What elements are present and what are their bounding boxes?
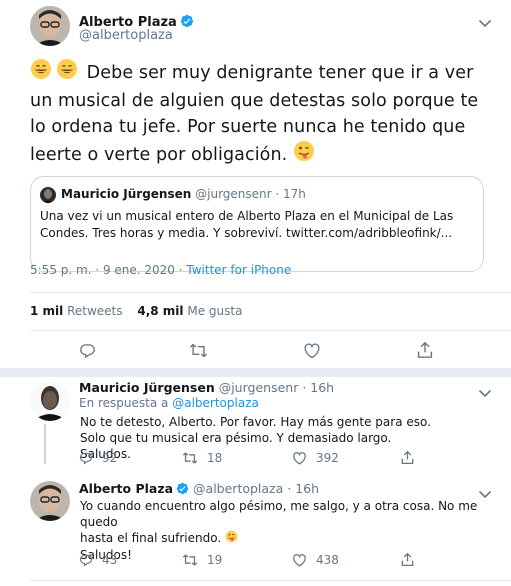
chevron-down-icon[interactable]: [478, 14, 492, 33]
share-icon: [401, 450, 414, 464]
retweet-icon: [182, 452, 198, 464]
reply2-text: Yo cuando encuentro algo pésimo, me salg…: [80, 498, 500, 563]
reply2-text-line2: hasta el final sufriendo.: [80, 531, 222, 545]
reply1-retweet-count: 18: [207, 451, 223, 465]
quoted-time: · 17h: [275, 187, 306, 201]
share-icon: [417, 341, 433, 358]
reply1-author-handle[interactable]: @jurgensenr: [219, 380, 299, 395]
reply-icon: [79, 554, 93, 567]
main-author-handle[interactable]: @albertoplaza: [79, 28, 173, 43]
reply2-text-line2-row: hasta el final sufriendo.: [80, 530, 500, 547]
reply1-reply-to-link[interactable]: @albertoplaza: [172, 396, 259, 410]
reply2-author-handle[interactable]: @albertoplaza: [193, 481, 283, 496]
reply1-time[interactable]: · 16h: [302, 380, 334, 395]
reply1-reply-button[interactable]: 92: [79, 451, 117, 465]
like-icon: [304, 343, 320, 359]
reply2-author-avatar[interactable]: [30, 481, 70, 521]
reply-icon: [80, 344, 95, 359]
quoted-author-avatar: [40, 187, 56, 203]
reply1-like-button[interactable]: 392: [292, 451, 339, 465]
grinning-emoji: [56, 58, 78, 88]
like-icon: [293, 554, 306, 567]
reply2-reply-count: 43: [102, 553, 118, 567]
reply1-text: No te detesto, Alberto. Por favor. Hay m…: [80, 415, 431, 461]
winking-tongue-emoji: [293, 140, 315, 170]
tweet-timestamp[interactable]: 5:55 p. m. · 9 ene. 2020 ·: [30, 263, 186, 277]
section-divider: [0, 368, 511, 377]
retweets-count: 1 mil: [30, 304, 64, 318]
reply1-reply-prefix: En respuesta a: [79, 396, 173, 410]
reply1-author-name[interactable]: Mauricio Jürgensen: [79, 380, 215, 395]
verified-badge-icon: [180, 13, 194, 32]
divider: [30, 292, 511, 293]
tweet-source-link[interactable]: Twitter for iPhone: [186, 263, 291, 277]
winking-tongue-emoji: [225, 530, 238, 547]
retweet-icon: [189, 343, 208, 358]
main-tweet-text: Debe ser muy denigrante tener que ir a v…: [30, 58, 490, 170]
chevron-down-icon[interactable]: [478, 384, 492, 403]
grinning-emoji: [30, 58, 52, 88]
reply2-header: Alberto Plaza @albertoplaza · 16h: [79, 481, 319, 498]
main-like-button[interactable]: [303, 342, 321, 359]
main-tweet-body: Debe ser muy denigrante tener que ir a v…: [30, 63, 479, 165]
reply1-header: Mauricio Jürgensen @jurgensenr · 16h: [79, 380, 334, 395]
main-author-avatar[interactable]: [30, 6, 70, 46]
likes-label: Me gusta: [187, 304, 243, 318]
reply2-like-button[interactable]: 438: [292, 553, 339, 567]
reply-icon: [79, 452, 93, 465]
reply1-share-button[interactable]: [401, 450, 414, 465]
divider: [30, 330, 511, 331]
reply1-reply-count: 92: [102, 451, 118, 465]
main-reply-button[interactable]: [79, 342, 96, 359]
main-retweet-button[interactable]: [189, 342, 208, 359]
likes-stat[interactable]: 4,8 mil Me gusta: [137, 304, 242, 318]
divider: [30, 580, 511, 581]
reply1-author-avatar[interactable]: [30, 381, 70, 421]
verified-badge-icon: [176, 482, 189, 498]
like-icon: [293, 452, 306, 465]
retweets-label: Retweets: [67, 304, 123, 318]
reply1-like-count: 392: [316, 451, 339, 465]
thread-line: [44, 424, 46, 464]
reply2-retweet-button[interactable]: 19: [182, 553, 222, 567]
quoted-header: Mauricio Jürgensen @jurgensenr · 17h: [61, 187, 306, 201]
reply1-retweet-button[interactable]: 18: [182, 451, 222, 465]
reply2-text-line1: Yo cuando encuentro algo pésimo, me salg…: [80, 499, 478, 529]
quoted-text: Una vez vi un musical entero de Alberto …: [40, 209, 454, 240]
reply2-time[interactable]: · 16h: [287, 481, 319, 496]
quoted-author-name: Mauricio Jürgensen: [61, 187, 192, 201]
reply2-share-button[interactable]: [401, 552, 414, 567]
quoted-tweet-card[interactable]: Mauricio Jürgensen @jurgensenr · 17h Una…: [30, 176, 484, 272]
reply2-like-count: 438: [316, 553, 339, 567]
share-icon: [401, 552, 414, 566]
reply2-reply-button[interactable]: 43: [79, 553, 117, 567]
reply1-in-reply-to: En respuesta a @albertoplaza: [79, 396, 259, 410]
reply2-text-line3: Saludos!: [80, 548, 132, 562]
avatar-image: [30, 6, 70, 46]
likes-count: 4,8 mil: [137, 304, 184, 318]
main-share-button[interactable]: [417, 341, 433, 359]
retweets-stat[interactable]: 1 mil Retweets: [30, 304, 123, 318]
tweet-meta: 5:55 p. m. · 9 ene. 2020 · Twitter for i…: [30, 263, 291, 277]
retweet-icon: [182, 554, 198, 566]
reply2-retweet-count: 19: [207, 553, 223, 567]
tweet-stats: 1 mil Retweets 4,8 mil Me gusta: [30, 304, 242, 318]
quoted-author-handle: @jurgensenr: [195, 187, 272, 201]
reply2-author-name[interactable]: Alberto Plaza: [79, 481, 173, 496]
